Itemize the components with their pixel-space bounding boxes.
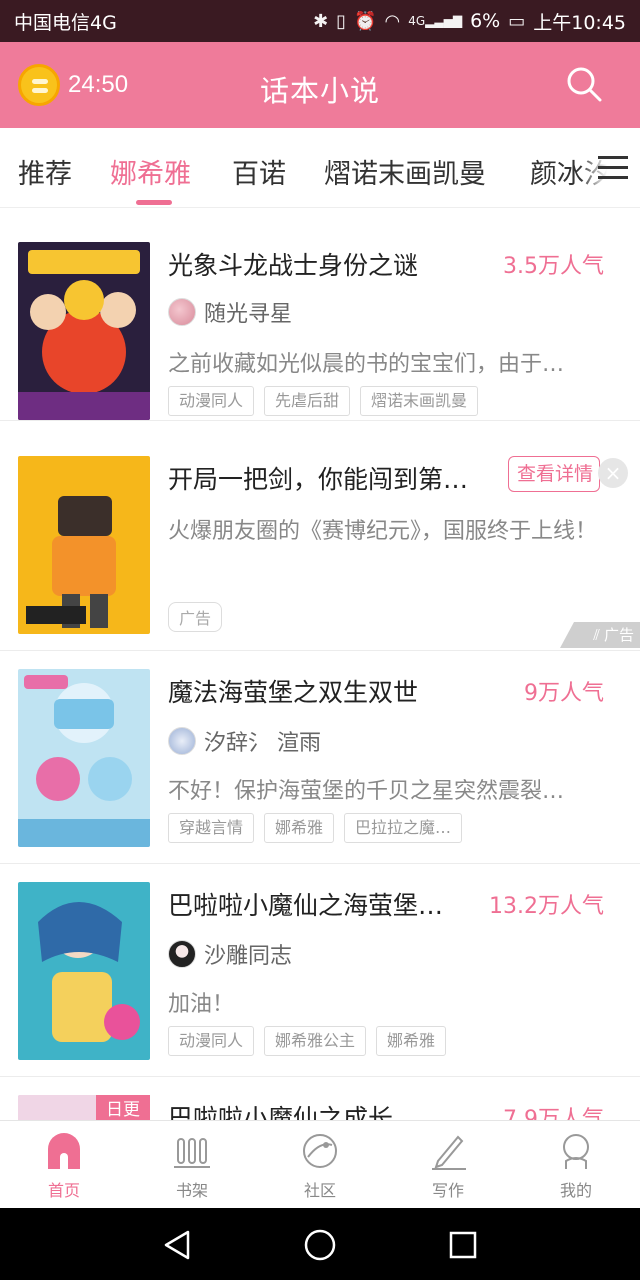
nav-community[interactable]: 社区 xyxy=(256,1121,384,1208)
popularity-count: 9万人气 xyxy=(524,681,604,706)
nav-label: 我的 xyxy=(559,1181,592,1200)
status-icons: ✱ ▯ ⏰ ◠ 4G▂▃▅▇ 6% ▭ 上午10:45 xyxy=(313,8,626,35)
popularity-count: 13.2万人气 xyxy=(489,894,604,919)
tag[interactable]: 娜希雅 xyxy=(376,1026,447,1056)
active-tab-indicator xyxy=(136,200,172,205)
popularity-count: 3.5万人气 xyxy=(503,254,604,279)
avatar xyxy=(168,298,196,326)
tab-naxiya[interactable]: 娜希雅 xyxy=(110,152,191,191)
battery-percent: 6% xyxy=(470,10,501,32)
signal-icon: 4G▂▃▅▇ xyxy=(408,14,463,28)
tag[interactable]: 先虐后甜 xyxy=(264,386,351,416)
nav-profile[interactable]: 我的 xyxy=(512,1121,640,1208)
ad-watermark: ⫽ 广告 xyxy=(560,622,640,648)
home-icon xyxy=(48,1133,80,1169)
book-title[interactable]: 巴啦啦小魔仙之成长 xyxy=(168,1099,488,1120)
close-ad-button[interactable]: × xyxy=(598,458,628,488)
ad-watermark-label: 广告 xyxy=(603,626,634,644)
book-description: 加油！ xyxy=(168,992,235,1017)
search-icon[interactable] xyxy=(566,66,602,102)
ad-label: 广告 xyxy=(168,602,223,632)
ad-cover[interactable] xyxy=(18,456,150,634)
book-description: 不好！保护海萤堡的千贝之星突然震裂… xyxy=(168,779,565,804)
tag-list: 动漫同人 先虐后甜 熠诺末画凯曼 xyxy=(168,386,479,416)
carrier-label: 中国电信4G xyxy=(14,11,117,34)
author-name[interactable]: 汐辞氵 渲雨 xyxy=(204,725,321,757)
author-row[interactable]: 汐辞氵 渲雨 xyxy=(168,725,321,757)
recents-icon[interactable] xyxy=(446,1228,480,1262)
ad-card[interactable]: 开局一把剑，你能闯到第几… 查看详情 × 火爆朋友圈的《赛博纪元》，国服终于上线… xyxy=(0,438,640,651)
clock: 上午10:45 xyxy=(533,11,626,34)
wifi-icon: ◠ xyxy=(384,10,401,32)
ad-description: 火爆朋友圈的《赛博纪元》，国服终于上线！ xyxy=(168,519,598,544)
author-name[interactable]: 沙雕同志 xyxy=(204,938,292,970)
bluetooth-icon: ✱ xyxy=(313,10,329,32)
category-tabs: 推荐 娜希雅 百诺 熠诺末画凯曼 颜冰汐 xyxy=(0,128,640,208)
book-title[interactable]: 魔法海萤堡之双生双世 xyxy=(168,673,488,709)
bottom-nav: 首页 书架 社区 写作 我的 xyxy=(0,1120,640,1208)
nav-label: 书架 xyxy=(175,1181,208,1200)
tag[interactable]: 动漫同人 xyxy=(168,386,255,416)
book-cover[interactable] xyxy=(18,669,150,847)
tab-yinuo-mohua-kaiman[interactable]: 熠诺末画凯曼 xyxy=(324,152,486,191)
system-navigation-bar xyxy=(0,1208,640,1280)
tag[interactable]: 动漫同人 xyxy=(168,1026,255,1056)
write-icon xyxy=(432,1135,466,1170)
book-feed: 光象斗龙战士身份之谜 3.5万人气 随光寻星 之前收藏如光似晨的书的宝宝们，由于… xyxy=(0,208,640,1120)
tag[interactable]: 巴拉拉之魔… xyxy=(344,813,463,843)
tab-recommend[interactable]: 推荐 xyxy=(18,152,72,191)
network-type-label: 4G xyxy=(408,14,426,28)
view-details-button[interactable]: 查看详情 xyxy=(508,456,600,492)
bookshelf-icon xyxy=(174,1138,210,1168)
nav-write[interactable]: 写作 xyxy=(384,1121,512,1208)
alarm-icon: ⏰ xyxy=(354,10,377,32)
book-cover[interactable] xyxy=(18,882,150,1060)
book-card[interactable]: 巴啦啦小魔仙之海萤堡… 13.2万人气 沙雕同志 加油！ 动漫同人 娜希雅公主 … xyxy=(0,864,640,1077)
book-card[interactable]: 日更 巴啦啦小魔仙之成长 7.9万人气 xyxy=(0,1077,640,1120)
tag-list: 动漫同人 娜希雅公主 娜希雅 xyxy=(168,1026,447,1056)
tag[interactable]: 穿越言情 xyxy=(168,813,255,843)
author-row[interactable]: 随光寻星 xyxy=(168,296,292,328)
tag-list: 穿越言情 娜希雅 巴拉拉之魔… xyxy=(168,813,463,843)
back-icon[interactable] xyxy=(160,1228,194,1262)
vibrate-icon: ▯ xyxy=(336,10,347,32)
tab-bainuo[interactable]: 百诺 xyxy=(232,152,286,191)
ad-watermark-icon: ⫽ xyxy=(593,626,600,644)
community-icon xyxy=(303,1134,337,1168)
avatar xyxy=(168,727,196,755)
author-row[interactable]: 沙雕同志 xyxy=(168,938,292,970)
ad-title[interactable]: 开局一把剑，你能闯到第几… xyxy=(168,460,488,496)
nav-label: 首页 xyxy=(47,1181,80,1200)
popularity-count: 7.9万人气 xyxy=(503,1107,604,1120)
app-header: 24:50 话本小说 xyxy=(0,42,640,128)
book-title[interactable]: 光象斗龙战士身份之谜 xyxy=(168,246,488,282)
battery-icon: ▭ xyxy=(508,10,526,32)
nav-home[interactable]: 首页 xyxy=(0,1121,128,1208)
app-title: 话本小说 xyxy=(259,74,380,108)
profile-icon xyxy=(563,1134,589,1169)
author-name[interactable]: 随光寻星 xyxy=(204,296,292,328)
book-card[interactable]: 光象斗龙战士身份之谜 3.5万人气 随光寻星 之前收藏如光似晨的书的宝宝们，由于… xyxy=(0,208,640,421)
nav-label: 社区 xyxy=(303,1181,336,1200)
daily-update-badge: 日更 xyxy=(96,1095,150,1120)
avatar xyxy=(168,940,196,968)
nav-bookshelf[interactable]: 书架 xyxy=(128,1121,256,1208)
tag[interactable]: 娜希雅公主 xyxy=(264,1026,367,1056)
menu-icon[interactable] xyxy=(598,154,628,182)
book-card[interactable]: 魔法海萤堡之双生双世 9万人气 汐辞氵 渲雨 不好！保护海萤堡的千贝之星突然震裂… xyxy=(0,651,640,864)
tag[interactable]: 熠诺末画凯曼 xyxy=(360,386,479,416)
home-button-icon[interactable] xyxy=(303,1228,337,1262)
nav-label: 写作 xyxy=(431,1181,464,1200)
book-cover[interactable] xyxy=(18,242,150,420)
book-description: 之前收藏如光似晨的书的宝宝们，由于… xyxy=(168,352,565,377)
tag[interactable]: 娜希雅 xyxy=(264,813,335,843)
book-title[interactable]: 巴啦啦小魔仙之海萤堡… xyxy=(168,886,488,922)
status-bar: 中国电信4G ✱ ▯ ⏰ ◠ 4G▂▃▅▇ 6% ▭ 上午10:45 xyxy=(0,0,640,42)
